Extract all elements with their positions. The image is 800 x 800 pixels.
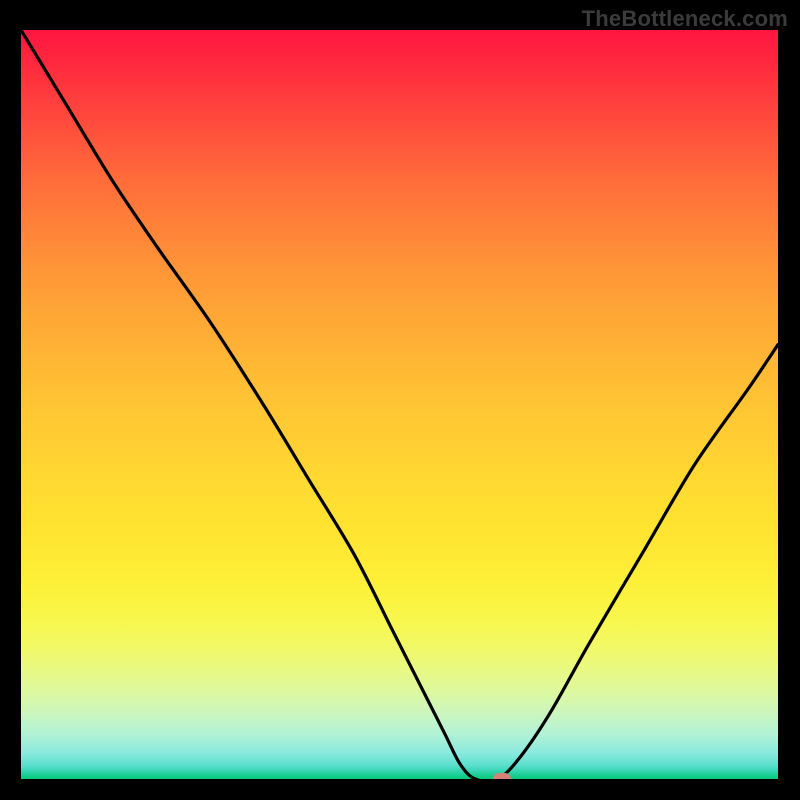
optimal-point-marker [493, 773, 511, 779]
curve-layer [21, 30, 778, 779]
watermark-text: TheBottleneck.com [582, 6, 788, 32]
chart-frame: TheBottleneck.com [0, 0, 800, 800]
plot-area [21, 30, 778, 779]
bottleneck-curve-path [21, 30, 778, 779]
